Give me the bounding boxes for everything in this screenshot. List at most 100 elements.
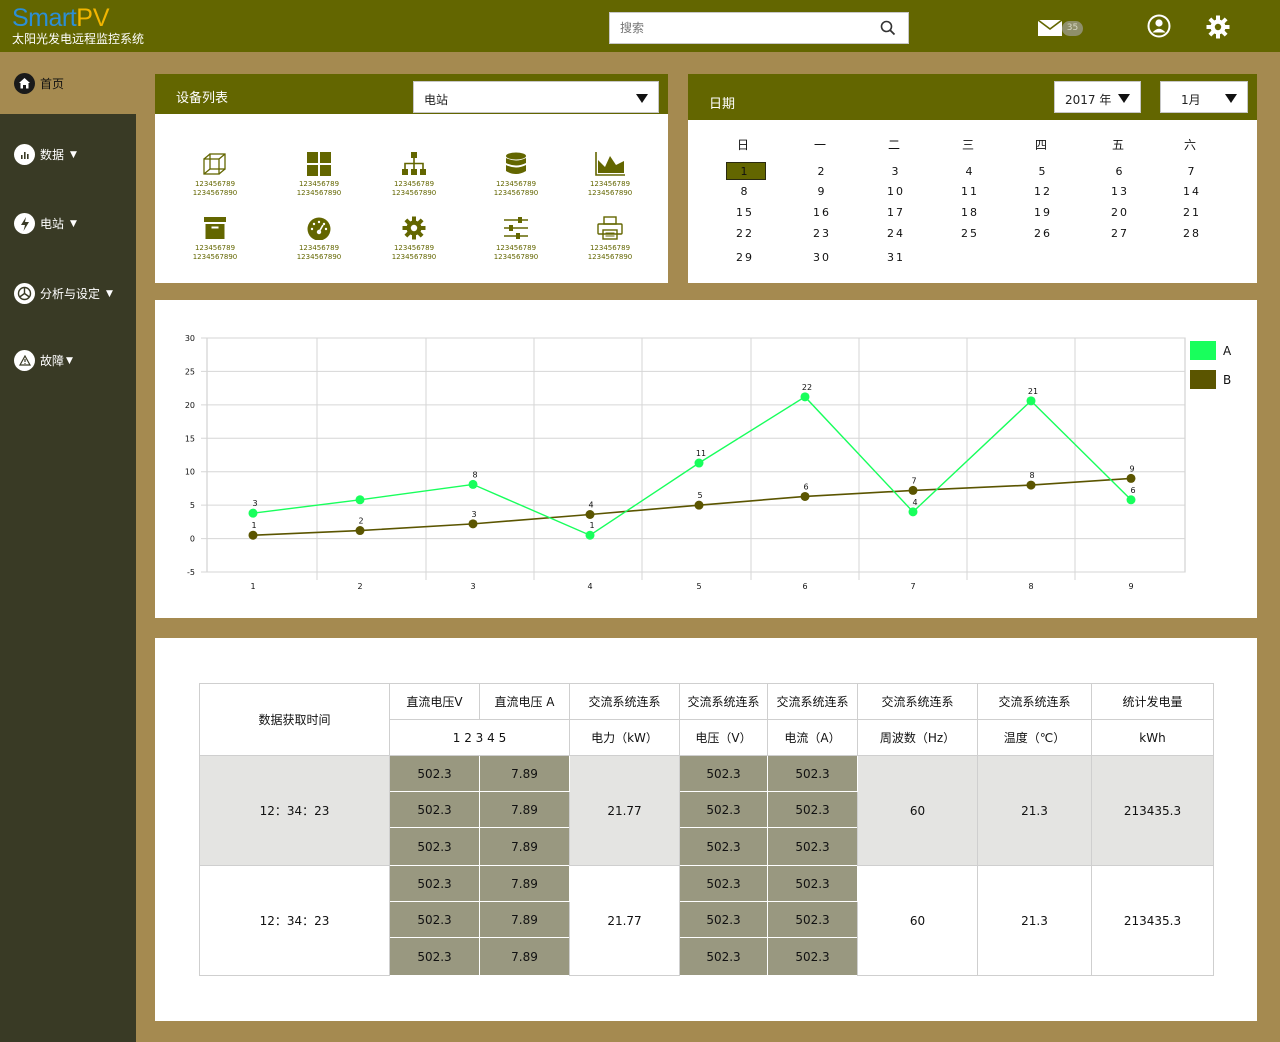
x-tick-label: 9 [1128,582,1133,591]
calendar-day[interactable]: 30 [802,251,842,264]
data-point-A [800,392,810,402]
calendar-day[interactable]: 6 [1100,165,1140,178]
header-total-2: kWh [1091,719,1214,756]
header-ac-voltage-2: 电压（V） [679,719,768,756]
sidebar-item-label: 首页 [40,77,65,91]
y-tick-label: 10 [185,468,195,477]
logo[interactable]: SmartPV 太阳光发电远程监控系统 [12,4,144,47]
calendar-day[interactable]: 10 [876,185,916,198]
data-table: 数据获取时间 直流电压V 直流电压 A 交流系统连系 交流系统连系 交流系统连系… [199,683,1214,976]
data-label-A: 21 [1028,387,1038,396]
calendar-day[interactable]: 11 [950,185,990,198]
header-ac-current-1: 交流系统连系 [767,683,858,720]
device-item[interactable]: 123456789 1234567890 [384,152,444,198]
calendar-day[interactable]: 26 [1023,227,1063,240]
sidebar-item-data[interactable]: 数据 ▼ [14,144,77,165]
cell-ac-current: 502.3 [767,937,858,976]
calendar-day[interactable]: 21 [1172,206,1212,219]
search-input[interactable] [610,13,860,43]
calendar-day[interactable]: 23 [802,227,842,240]
calendar-day[interactable]: 28 [1172,227,1212,240]
calendar-day[interactable]: 4 [950,165,990,178]
year-select[interactable]: 2017 年 [1054,81,1141,113]
cell-ac-current: 502.3 [767,755,858,792]
device-item[interactable]: 123456789 1234567890 [486,216,546,262]
calendar-day[interactable]: 24 [876,227,916,240]
station-select[interactable]: 电站 [413,81,659,113]
cell-dc-voltage: 502.3 [389,865,480,902]
home-icon [14,73,35,94]
calendar-day[interactable]: 25 [950,227,990,240]
data-label-B: 1 [251,521,256,530]
calendar-day[interactable]: 17 [876,206,916,219]
device-item[interactable]: 123456789 1234567890 [185,152,245,198]
device-item[interactable]: 123456789 1234567890 [289,216,349,262]
printer-icon [597,216,623,240]
device-id: 1234567890 [587,253,633,261]
data-label-B: 9 [1129,464,1134,473]
calendar-day[interactable]: 1 [725,165,765,178]
calendar-day[interactable]: 16 [802,206,842,219]
calendar-day[interactable]: 2 [802,165,842,178]
calendar-day[interactable]: 3 [876,165,916,178]
chevron-down-icon [636,94,648,103]
sidebar-item-label: 电站 [40,217,65,231]
device-list-title: 设备列表 [176,91,229,106]
month-select[interactable]: 1月 [1160,81,1248,113]
calendar-day[interactable]: 14 [1172,185,1212,198]
calendar-day[interactable]: 20 [1100,206,1140,219]
search-box [609,12,909,44]
mail-icon[interactable] [1038,20,1062,36]
device-item[interactable]: 123456789 1234567890 [384,216,444,262]
device-item[interactable]: 123456789 1234567890 [289,152,349,198]
calendar-day[interactable]: 7 [1172,165,1212,178]
calendar-day[interactable]: 27 [1100,227,1140,240]
user-icon[interactable] [1147,14,1171,38]
calendar-day[interactable]: 12 [1023,185,1063,198]
header-dc-sub: 1 2 3 4 5 [389,719,570,756]
calendar-day[interactable]: 18 [950,206,990,219]
calendar-day[interactable]: 19 [1023,206,1063,219]
legend-swatch-B [1190,370,1216,389]
calendar-day[interactable]: 31 [876,251,916,264]
data-label-B: 3 [471,510,476,519]
sidebar-item-home[interactable]: 首页 [0,52,136,114]
cell-dc-current: 7.89 [479,937,570,976]
device-item[interactable]: 123456789 1234567890 [580,152,640,198]
calendar-day[interactable]: 5 [1023,165,1063,178]
data-point-A [468,479,478,489]
calendar-day[interactable]: 29 [725,251,765,264]
device-id: 123456789 [194,244,236,252]
data-label-A: 1 [589,521,594,530]
search-icon[interactable] [880,20,896,36]
weekday-label: 二 [887,138,900,152]
device-item[interactable]: 123456789 1234567890 [486,152,546,198]
device-item[interactable]: 123456789 1234567890 [185,216,245,262]
sidebar-item-station[interactable]: 电站 ▼ [14,213,77,234]
sidebar-item-analysis[interactable]: 分析与设定 ▼ [14,283,113,304]
device-id: 1234567890 [587,189,633,197]
x-tick-label: 1 [250,582,255,591]
weekday-label: 一 [813,138,826,152]
header-ac-current-2: 电流（A） [767,719,858,756]
calendar-day[interactable]: 8 [725,185,765,198]
device-list-panel: 设备列表 电站 123456789 1234567890 123456789 123… [155,74,668,283]
settings-gear-icon[interactable] [1206,15,1230,39]
calendar-day[interactable]: 9 [802,185,842,198]
weekday-label: 六 [1183,138,1196,152]
cell-ac-voltage: 502.3 [679,827,768,866]
weekday-label: 五 [1111,138,1124,152]
device-id: 123456789 [495,180,537,188]
calendar-day[interactable]: 22 [725,227,765,240]
cell-ac-voltage: 502.3 [679,755,768,792]
data-point-A [908,507,918,517]
sidebar-item-fault[interactable]: 故障 ▼ [14,350,73,371]
y-tick-label: 5 [190,501,195,510]
calendar-day[interactable]: 15 [725,206,765,219]
data-label-A: 22 [802,383,812,392]
x-tick-label: 7 [910,582,915,591]
device-id: 1234567890 [493,189,539,197]
calendar-day[interactable]: 13 [1100,185,1140,198]
device-item[interactable]: 123456789 1234567890 [580,216,640,262]
device-id: 123456789 [589,244,631,252]
